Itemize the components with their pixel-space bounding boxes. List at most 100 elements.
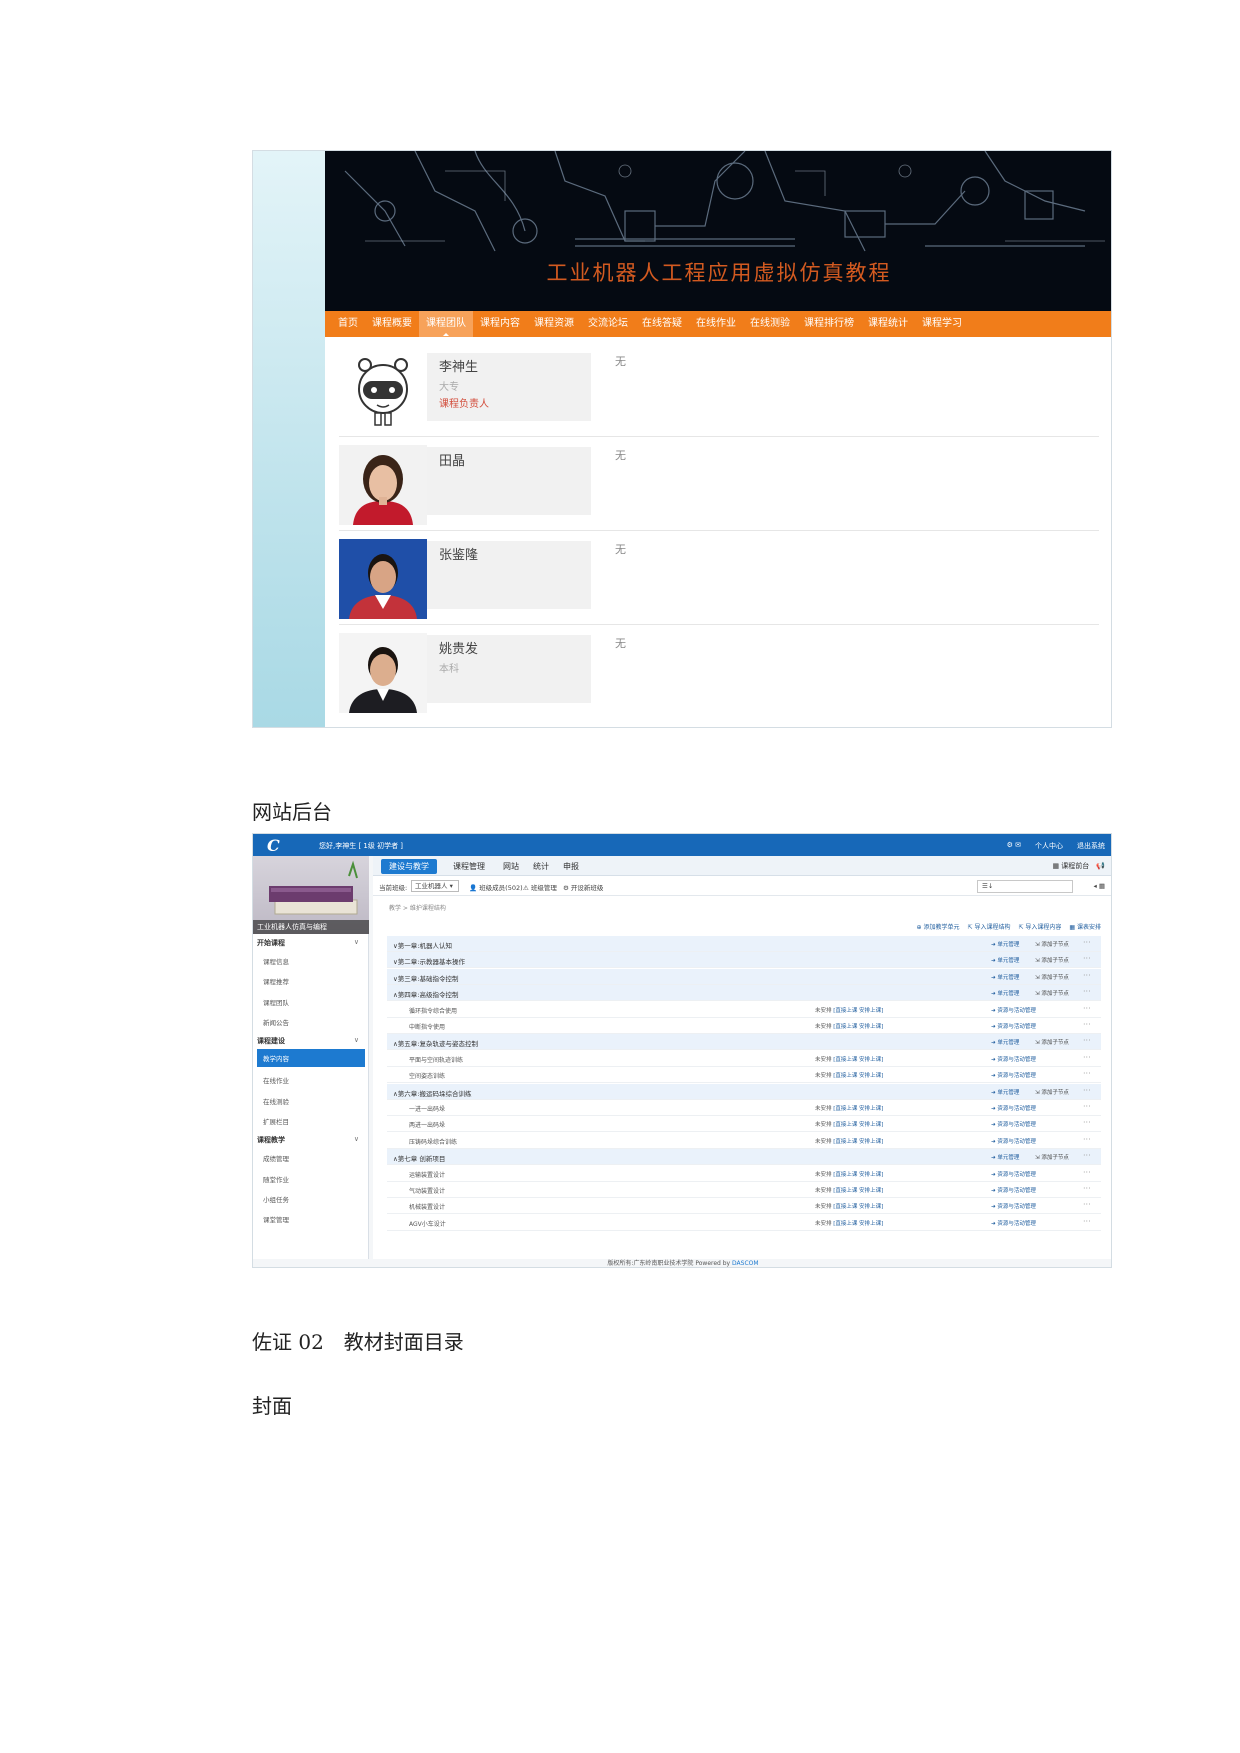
add-child-node-link[interactable]: ⇲ 添加子节点 (1035, 940, 1069, 948)
section-row[interactable]: 两进一出码垛 未安排 [直接上课 安排上课] ➜ 资源与活动管理 ··· (387, 1116, 1101, 1133)
resource-activity-link[interactable]: ➜ 资源与活动管理 (991, 1202, 1036, 1210)
more-options-icon[interactable]: ··· (1083, 954, 1091, 963)
sidebar-item-class-homework[interactable]: 随堂作业 (263, 1174, 363, 1184)
sidebar-item-grades[interactable]: 成绩管理 (263, 1153, 363, 1163)
unit-manage-link[interactable]: ➜ 单元管理 (991, 940, 1019, 948)
chapter-title[interactable]: ∧第六章:搬运码垛综合训练 (393, 1088, 471, 1098)
more-options-icon[interactable]: ··· (1083, 1036, 1091, 1045)
sidebar-item-teaching-content[interactable]: 教学内容 (257, 1049, 365, 1067)
schedule-button[interactable]: ▦ 课表安排 (1069, 922, 1101, 931)
nav-forum[interactable]: 交流论坛 (581, 311, 635, 337)
sidebar-item-online-quiz[interactable]: 在线测验 (263, 1096, 363, 1106)
schedule-status[interactable]: 未安排 [直接上课 安排上课] (815, 1186, 883, 1194)
nav-online-homework[interactable]: 在线作业 (689, 311, 743, 337)
section-row[interactable]: 中断指令使用 未安排 [直接上课 安排上课] ➜ 资源与活动管理 ··· (387, 1018, 1101, 1034)
chapter-row[interactable]: ∨第三章:基础指令控制 ➜ 单元管理 ⇲ 添加子节点 ··· (387, 968, 1101, 985)
nav-course-content[interactable]: 课程内容 (473, 311, 527, 337)
class-select[interactable]: 工业机器人 ▾ (411, 880, 459, 892)
section-row[interactable]: 一进一出码垛 未安排 [直接上课 安排上课] ➜ 资源与活动管理 ··· (387, 1100, 1101, 1116)
chapter-title[interactable]: ∨第三章:基础指令控制 (393, 973, 458, 983)
resource-activity-link[interactable]: ➜ 资源与活动管理 (991, 1219, 1036, 1227)
personal-center-link[interactable]: 个人中心 (1035, 841, 1063, 851)
more-options-icon[interactable]: ··· (1083, 987, 1091, 996)
nav-online-qa[interactable]: 在线答疑 (635, 311, 689, 337)
section-row[interactable]: 平面与空间轨迹训练 未安排 [直接上课 安排上课] ➜ 资源与活动管理 ··· (387, 1051, 1101, 1067)
section-row[interactable]: 气动装置设计 未安排 [直接上课 安排上课] ➜ 资源与活动管理 ··· (387, 1182, 1101, 1198)
more-options-icon[interactable]: ··· (1083, 1200, 1091, 1209)
search-input[interactable]: ☰↓ (977, 880, 1073, 893)
resource-activity-link[interactable]: ➜ 资源与活动管理 (991, 1071, 1036, 1079)
section-row[interactable]: AGV小车设计 未安排 [直接上课 安排上课] ➜ 资源与活动管理 ··· (387, 1215, 1101, 1231)
schedule-status[interactable]: 未安排 [直接上课 安排上课] (815, 1137, 883, 1145)
more-options-icon[interactable]: ··· (1083, 938, 1091, 947)
schedule-status[interactable]: 未安排 [直接上课 安排上课] (815, 1055, 883, 1063)
chapter-title[interactable]: ∧第四章:高级指令控制 (393, 989, 458, 999)
sidebar-item-course-info[interactable]: 课程信息 (263, 956, 363, 966)
sidebar-group-build[interactable]: 课程建设 ∨ (257, 1036, 363, 1046)
new-class-link[interactable]: ⚙ 开设新班级 (563, 882, 603, 892)
resource-activity-link[interactable]: ➜ 资源与活动管理 (991, 1120, 1036, 1128)
chapter-title[interactable]: ∧第七章 创新项目 (393, 1153, 445, 1163)
schedule-status[interactable]: 未安排 [直接上课 安排上课] (815, 1170, 883, 1178)
more-options-icon[interactable]: ··· (1083, 1217, 1091, 1226)
resource-activity-link[interactable]: ➜ 资源与活动管理 (991, 1055, 1036, 1063)
class-members-link[interactable]: 👤 班级成员(502) (469, 882, 523, 892)
more-options-icon[interactable]: ··· (1083, 1004, 1091, 1013)
more-options-icon[interactable]: ··· (1083, 1151, 1091, 1160)
sidebar-item-course-team[interactable]: 课程团队 (263, 997, 363, 1007)
chapter-row[interactable]: ∧第四章:高级指令控制 ➜ 单元管理 ⇲ 添加子节点 ··· (387, 985, 1101, 1002)
import-structure-button[interactable]: ⇱ 导入课程结构 (968, 922, 1011, 931)
nav-course-team[interactable]: 课程团队 (419, 311, 473, 337)
sidebar-group-start[interactable]: 开始课程 ∨ (257, 938, 363, 948)
add-child-node-link[interactable]: ⇲ 添加子节点 (1035, 973, 1069, 981)
course-frontend-link[interactable]: ▦ 课程前台 📢 (1052, 861, 1105, 871)
more-options-icon[interactable]: ··· (1083, 1053, 1091, 1062)
more-options-icon[interactable]: ··· (1083, 1118, 1091, 1127)
section-title[interactable]: 平面与空间轨迹训练 (409, 1055, 463, 1064)
section-title[interactable]: 中断指令使用 (409, 1022, 445, 1031)
chapter-title[interactable]: ∧第五章:复杂轨迹与姿态控制 (393, 1038, 478, 1048)
unit-manage-link[interactable]: ➜ 单元管理 (991, 956, 1019, 964)
sidebar-item-course-recommend[interactable]: 课程推荐 (263, 976, 363, 986)
more-options-icon[interactable]: ··· (1083, 1102, 1091, 1111)
more-options-icon[interactable]: ··· (1083, 1168, 1091, 1177)
add-child-node-link[interactable]: ⇲ 添加子节点 (1035, 989, 1069, 997)
add-child-node-link[interactable]: ⇲ 添加子节点 (1035, 1038, 1069, 1046)
more-options-icon[interactable]: ··· (1083, 1086, 1091, 1095)
resource-activity-link[interactable]: ➜ 资源与活动管理 (991, 1006, 1036, 1014)
section-title[interactable]: 机械装置设计 (409, 1202, 445, 1211)
tab-website[interactable]: 网站 (495, 859, 527, 874)
unit-manage-link[interactable]: ➜ 单元管理 (991, 1153, 1019, 1161)
nav-course-resources[interactable]: 课程资源 (527, 311, 581, 337)
settings-icon[interactable]: ⚙ ✉ (1007, 841, 1021, 851)
section-title[interactable]: 一进一出码垛 (409, 1104, 445, 1113)
more-options-icon[interactable]: ··· (1083, 1069, 1091, 1078)
schedule-status[interactable]: 未安排 [直接上课 安排上课] (815, 1202, 883, 1210)
section-title[interactable]: AGV小车设计 (409, 1219, 446, 1228)
section-title[interactable]: 压铸码垛综合训练 (409, 1137, 457, 1146)
nav-course-overview[interactable]: 课程概要 (365, 311, 419, 337)
chapter-title[interactable]: ∨第二章:示教器基本操作 (393, 956, 465, 966)
section-row[interactable]: 机械装置设计 未安排 [直接上课 安排上课] ➜ 资源与活动管理 ··· (387, 1198, 1101, 1215)
schedule-status[interactable]: 未安排 [直接上课 安排上课] (815, 1071, 883, 1079)
import-content-button[interactable]: ⇱ 导入课程内容 (1018, 922, 1061, 931)
section-row[interactable]: 空间姿态训练 未安排 [直接上课 安排上课] ➜ 资源与活动管理 ··· (387, 1067, 1101, 1084)
more-options-icon[interactable]: ··· (1083, 971, 1091, 980)
chapter-row[interactable]: ∧第五章:复杂轨迹与姿态控制 ➜ 单元管理 ⇲ 添加子节点 ··· (387, 1034, 1101, 1051)
chapter-row[interactable]: ∨第一章:机器人认知 ➜ 单元管理 ⇲ 添加子节点 ··· (387, 936, 1101, 952)
add-child-node-link[interactable]: ⇲ 添加子节点 (1035, 1088, 1069, 1096)
schedule-status[interactable]: 未安排 [直接上课 安排上课] (815, 1006, 883, 1014)
schedule-status[interactable]: 未安排 [直接上课 安排上课] (815, 1104, 883, 1112)
add-child-node-link[interactable]: ⇲ 添加子节点 (1035, 956, 1069, 964)
tab-apply[interactable]: 申报 (555, 859, 587, 874)
chapter-row[interactable]: ∨第二章:示教器基本操作 ➜ 单元管理 ⇲ 添加子节点 ··· (387, 952, 1101, 969)
nav-course-ranking[interactable]: 课程排行榜 (797, 311, 861, 337)
tab-course-manage[interactable]: 课程管理 (445, 859, 493, 874)
schedule-status[interactable]: 未安排 [直接上课 安排上课] (815, 1219, 883, 1227)
sidebar-item-online-homework[interactable]: 在线作业 (263, 1075, 363, 1085)
add-child-node-link[interactable]: ⇲ 添加子节点 (1035, 1153, 1069, 1161)
tab-statistics[interactable]: 统计 (525, 859, 557, 874)
resource-activity-link[interactable]: ➜ 资源与活动管理 (991, 1186, 1036, 1194)
nav-course-study[interactable]: 课程学习 (915, 311, 969, 337)
resource-activity-link[interactable]: ➜ 资源与活动管理 (991, 1104, 1036, 1112)
